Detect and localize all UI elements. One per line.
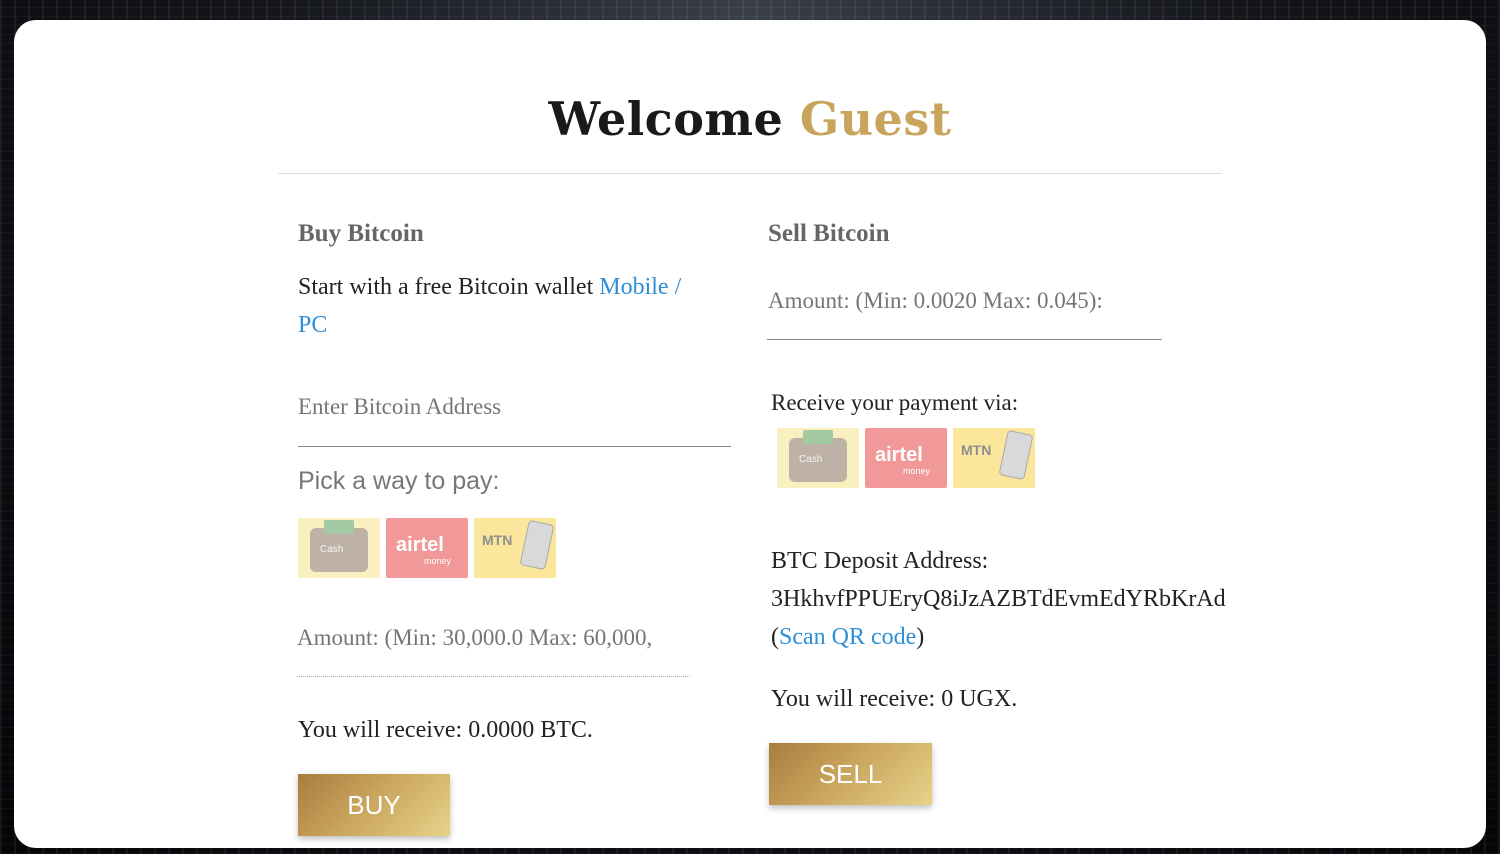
buy-intro-text: Start with a free Bitcoin wallet [298,274,594,300]
cash-label: Cash [320,544,344,555]
mtn-label: MTN [961,442,992,458]
deposit-block: BTC Deposit Address: 3HkhvfPPUEryQ8iJzAZ… [771,542,1226,656]
pick-payment-label: Pick a way to pay: [298,467,500,495]
scan-qr-link[interactable]: Scan QR code [779,624,916,650]
cash-wallet-icon[interactable]: Cash [777,428,859,488]
page-title: Welcome Guest [14,92,1486,146]
buy-button[interactable]: BUY [298,774,450,836]
sell-amount-underline [767,339,1162,340]
phone-icon [998,429,1034,481]
title-divider [278,173,1222,174]
airtel-money-icon[interactable]: airtel money [865,428,947,488]
deposit-address: 3HkhvfPPUEryQ8iJzAZBTdEvmEdYRbKrAd [771,586,1226,612]
buy-amount-input[interactable] [297,623,697,653]
mtn-label: MTN [482,532,513,548]
phone-icon [519,519,555,571]
sell-receive-text: You will receive: 0 UGX. [771,686,1018,712]
buy-section: Buy Bitcoin Start with a free Bitcoin wa… [298,220,738,344]
deposit-label: BTC Deposit Address: [771,548,989,574]
sell-section: Sell Bitcoin [768,220,1268,268]
scan-qr-line: (Scan QR code) [771,618,1226,656]
airtel-money-icon[interactable]: airtel money [386,518,468,578]
airtel-label: airtel [875,444,923,466]
welcome-text: Welcome [548,92,784,146]
bitcoin-address-input[interactable] [298,392,728,422]
buy-payment-options: Cash airtel money MTN [298,518,556,578]
airtel-label: airtel [396,534,444,556]
receive-via-label: Receive your payment via: [771,390,1019,415]
mtn-mobile-money-icon[interactable]: MTN [953,428,1035,488]
buy-title: Buy Bitcoin [298,220,424,247]
scan-open-paren: ( [771,624,779,650]
username: Guest [799,92,952,146]
scan-close-paren: ) [916,624,925,650]
link-separator: / [674,274,682,300]
sell-title: Sell Bitcoin [768,220,890,247]
mobile-wallet-link[interactable]: Mobile [599,274,668,300]
buy-intro: Start with a free Bitcoin wallet Mobile … [298,268,738,344]
airtel-sub-label: money [903,466,931,476]
buy-receive-text: You will receive: 0.0000 BTC. [298,717,593,743]
airtel-sub-label: money [424,556,452,566]
buy-amount-underline [297,676,690,677]
exchange-card: Welcome Guest Buy Bitcoin Start with a f… [14,20,1486,848]
sell-payment-options: Cash airtel money MTN [777,428,1035,488]
sell-amount-input[interactable] [768,286,1158,316]
cash-label: Cash [799,454,823,465]
address-underline [298,446,731,447]
cash-wallet-icon[interactable]: Cash [298,518,380,578]
sell-button[interactable]: SELL [769,743,932,805]
mtn-mobile-money-icon[interactable]: MTN [474,518,556,578]
pc-wallet-link[interactable]: PC [298,312,327,338]
